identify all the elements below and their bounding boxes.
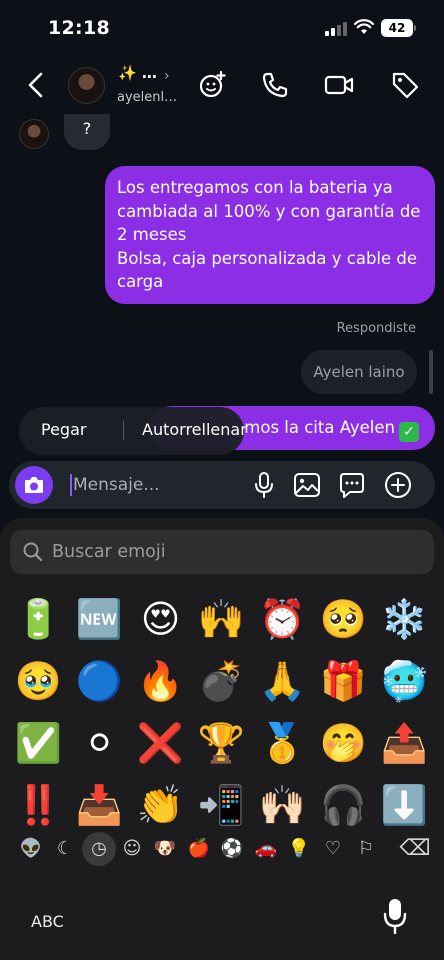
emoji-cold-face[interactable]: 🥶 <box>374 652 435 710</box>
camera-icon <box>25 477 43 493</box>
incoming-message[interactable]: ? <box>64 114 110 150</box>
text-caret <box>70 474 72 496</box>
abc-keyboard-button[interactable]: ABC <box>31 912 64 931</box>
tag-icon[interactable] <box>390 70 420 100</box>
emoji-category-bar: 👽 ☾ ◷ ☺ 🐶 🍎 ⚽ 🚗 💡 ♡ ⚐ ⌫ <box>12 832 436 868</box>
edit-menu-popup: Pegar Autorrellenar <box>19 407 247 455</box>
message-composer <box>9 461 435 509</box>
emoji-gift[interactable]: 🎁 <box>313 652 374 710</box>
emoji-row: 🔋 🆕 😍 🙌 ⏰ 🥺 ❄️ <box>8 590 444 652</box>
dictation-mic-icon[interactable] <box>382 898 408 934</box>
emoji-cross-mark[interactable]: ❌ <box>130 714 191 772</box>
battery-icon: 42 <box>381 19 413 37</box>
chat-header: ✨ … › ayelenl… <box>0 56 444 116</box>
microphone-icon[interactable] <box>249 470 279 500</box>
video-call-icon[interactable] <box>324 70 354 100</box>
emoji-hand-over-mouth[interactable]: 🤭 <box>313 714 374 772</box>
divider <box>123 421 124 440</box>
emoji-search-input[interactable] <box>52 536 412 568</box>
avatar[interactable] <box>68 67 105 104</box>
emoji-phone-arrow[interactable]: 📲 <box>191 776 252 834</box>
paste-button[interactable]: Pegar <box>41 420 86 439</box>
emoji-battery[interactable]: 🔋 <box>8 590 69 648</box>
emoji-white-circle[interactable]: ⚪ <box>69 714 130 772</box>
emoji-double-exclamation[interactable]: ‼️ <box>8 776 69 834</box>
battery-tip <box>414 25 416 31</box>
emoji-new[interactable]: 🆕 <box>69 590 130 648</box>
avatar <box>19 119 49 149</box>
emoji-inbox-tray[interactable]: 📥 <box>69 776 130 834</box>
category-recent-icon[interactable]: ◷ <box>82 832 116 866</box>
autofill-button[interactable]: Autorrellenar <box>142 420 247 439</box>
wifi-icon <box>354 19 374 34</box>
add-icon[interactable] <box>383 470 413 500</box>
emoji-pleading[interactable]: 🥺 <box>313 590 374 648</box>
emoji-search-bar[interactable] <box>10 530 434 574</box>
emoji-bomb[interactable]: 💣 <box>191 652 252 710</box>
message-input[interactable] <box>64 469 249 501</box>
category-travel-icon[interactable]: 🚗 <box>249 832 283 866</box>
back-icon[interactable] <box>24 70 50 100</box>
emoji-gold-medal[interactable]: 🥇 <box>252 714 313 772</box>
emoji-holding-tears[interactable]: 🥹 <box>8 652 69 710</box>
message-line: Los entregamos con la bateria ya cambiad… <box>117 178 421 244</box>
signal-icon <box>325 22 347 36</box>
category-sports-icon[interactable]: ⚽ <box>215 832 249 866</box>
category-smiley-icon[interactable]: ☺ <box>115 832 149 866</box>
emoji-raising-hands[interactable]: 🙌 <box>191 590 252 648</box>
avatar-sticker-icon[interactable] <box>198 70 228 100</box>
category-flags-icon[interactable]: ⚐ <box>349 832 383 866</box>
status-bar: 12:18 42 <box>0 0 444 56</box>
emoji-check-mark[interactable]: ✅ <box>8 714 69 772</box>
category-alien-icon[interactable]: 👽 <box>14 832 48 866</box>
outgoing-message[interactable]: Los entregamos con la bateria ya cambiad… <box>105 166 435 304</box>
status-time: 12:18 <box>48 17 110 39</box>
emoji-blue-circle[interactable]: 🔵 <box>69 652 130 710</box>
phone-icon[interactable] <box>260 70 290 100</box>
emoji-row: ✅ ⚪ ❌ 🏆 🥇 🤭 📤 <box>8 714 444 776</box>
reply-quote-bar <box>429 350 433 394</box>
category-symbols-icon[interactable]: ♡ <box>316 832 350 866</box>
delete-icon[interactable]: ⌫ <box>398 832 432 866</box>
emoji-snowflake[interactable]: ❄️ <box>374 590 435 648</box>
message-line: Bolsa, caja personalizada y cable de car… <box>117 248 418 292</box>
emoji-fire[interactable]: 🔥 <box>130 652 191 710</box>
emoji-raising-hands-light[interactable]: 🙌🏻 <box>252 776 313 834</box>
emoji-row: 🥹 🔵 🔥 💣 🙏 🎁 🥶 <box>8 652 444 714</box>
search-icon <box>23 542 43 562</box>
category-food-icon[interactable]: 🍎 <box>182 832 216 866</box>
contact-name[interactable]: ✨ … <box>118 64 157 82</box>
category-moon-icon[interactable]: ☾ <box>48 832 82 866</box>
sticker-icon[interactable] <box>337 470 367 500</box>
contact-username[interactable]: ayelenl… <box>117 90 177 105</box>
category-objects-icon[interactable]: 💡 <box>282 832 316 866</box>
emoji-folded-hands[interactable]: 🙏 <box>252 652 313 710</box>
emoji-alarm-clock[interactable]: ⏰ <box>252 590 313 648</box>
emoji-clapping-hands[interactable]: 👏 <box>130 776 191 834</box>
emoji-heart-eyes[interactable]: 😍 <box>130 590 191 648</box>
camera-button[interactable] <box>15 466 53 504</box>
emoji-down-arrow[interactable]: ⬇️ <box>374 776 435 834</box>
emoji-outbox-tray[interactable]: 📤 <box>374 714 435 772</box>
gallery-icon[interactable] <box>292 470 322 500</box>
emoji-headphones[interactable]: 🎧 <box>313 776 374 834</box>
emoji-row: ‼️ 📥 👏 📲 🙌🏻 🎧 ⬇️ <box>8 776 444 838</box>
category-animal-icon[interactable]: 🐶 <box>148 832 182 866</box>
emoji-grid: 🔋 🆕 😍 🙌 ⏰ 🥺 ❄️ 🥹 🔵 🔥 💣 🙏 🎁 🥶 ✅ ⚪ ❌ 🏆 🥇 🤭 📤 ‼️ 📥 👏 📲 🙌🏻 🎧 ⬇️ <box>8 590 444 838</box>
replied-label: Respondiste <box>336 321 416 336</box>
emoji-keyboard: 🔋🆕😍🙌⏰🥺❄️ 🥹🔵🔥💣🙏🎁🥶 ✅⚪❌🏆🥇🤭📤 ‼️📥👏📲🙌🏻🎧⬇️ 👽 ☾ … <box>0 518 444 960</box>
check-mark-icon: ✓ <box>399 422 419 442</box>
chevron-right-icon: › <box>164 68 170 84</box>
emoji-trophy[interactable]: 🏆 <box>191 714 252 772</box>
reply-quote[interactable]: Ayelen laino <box>301 350 417 394</box>
